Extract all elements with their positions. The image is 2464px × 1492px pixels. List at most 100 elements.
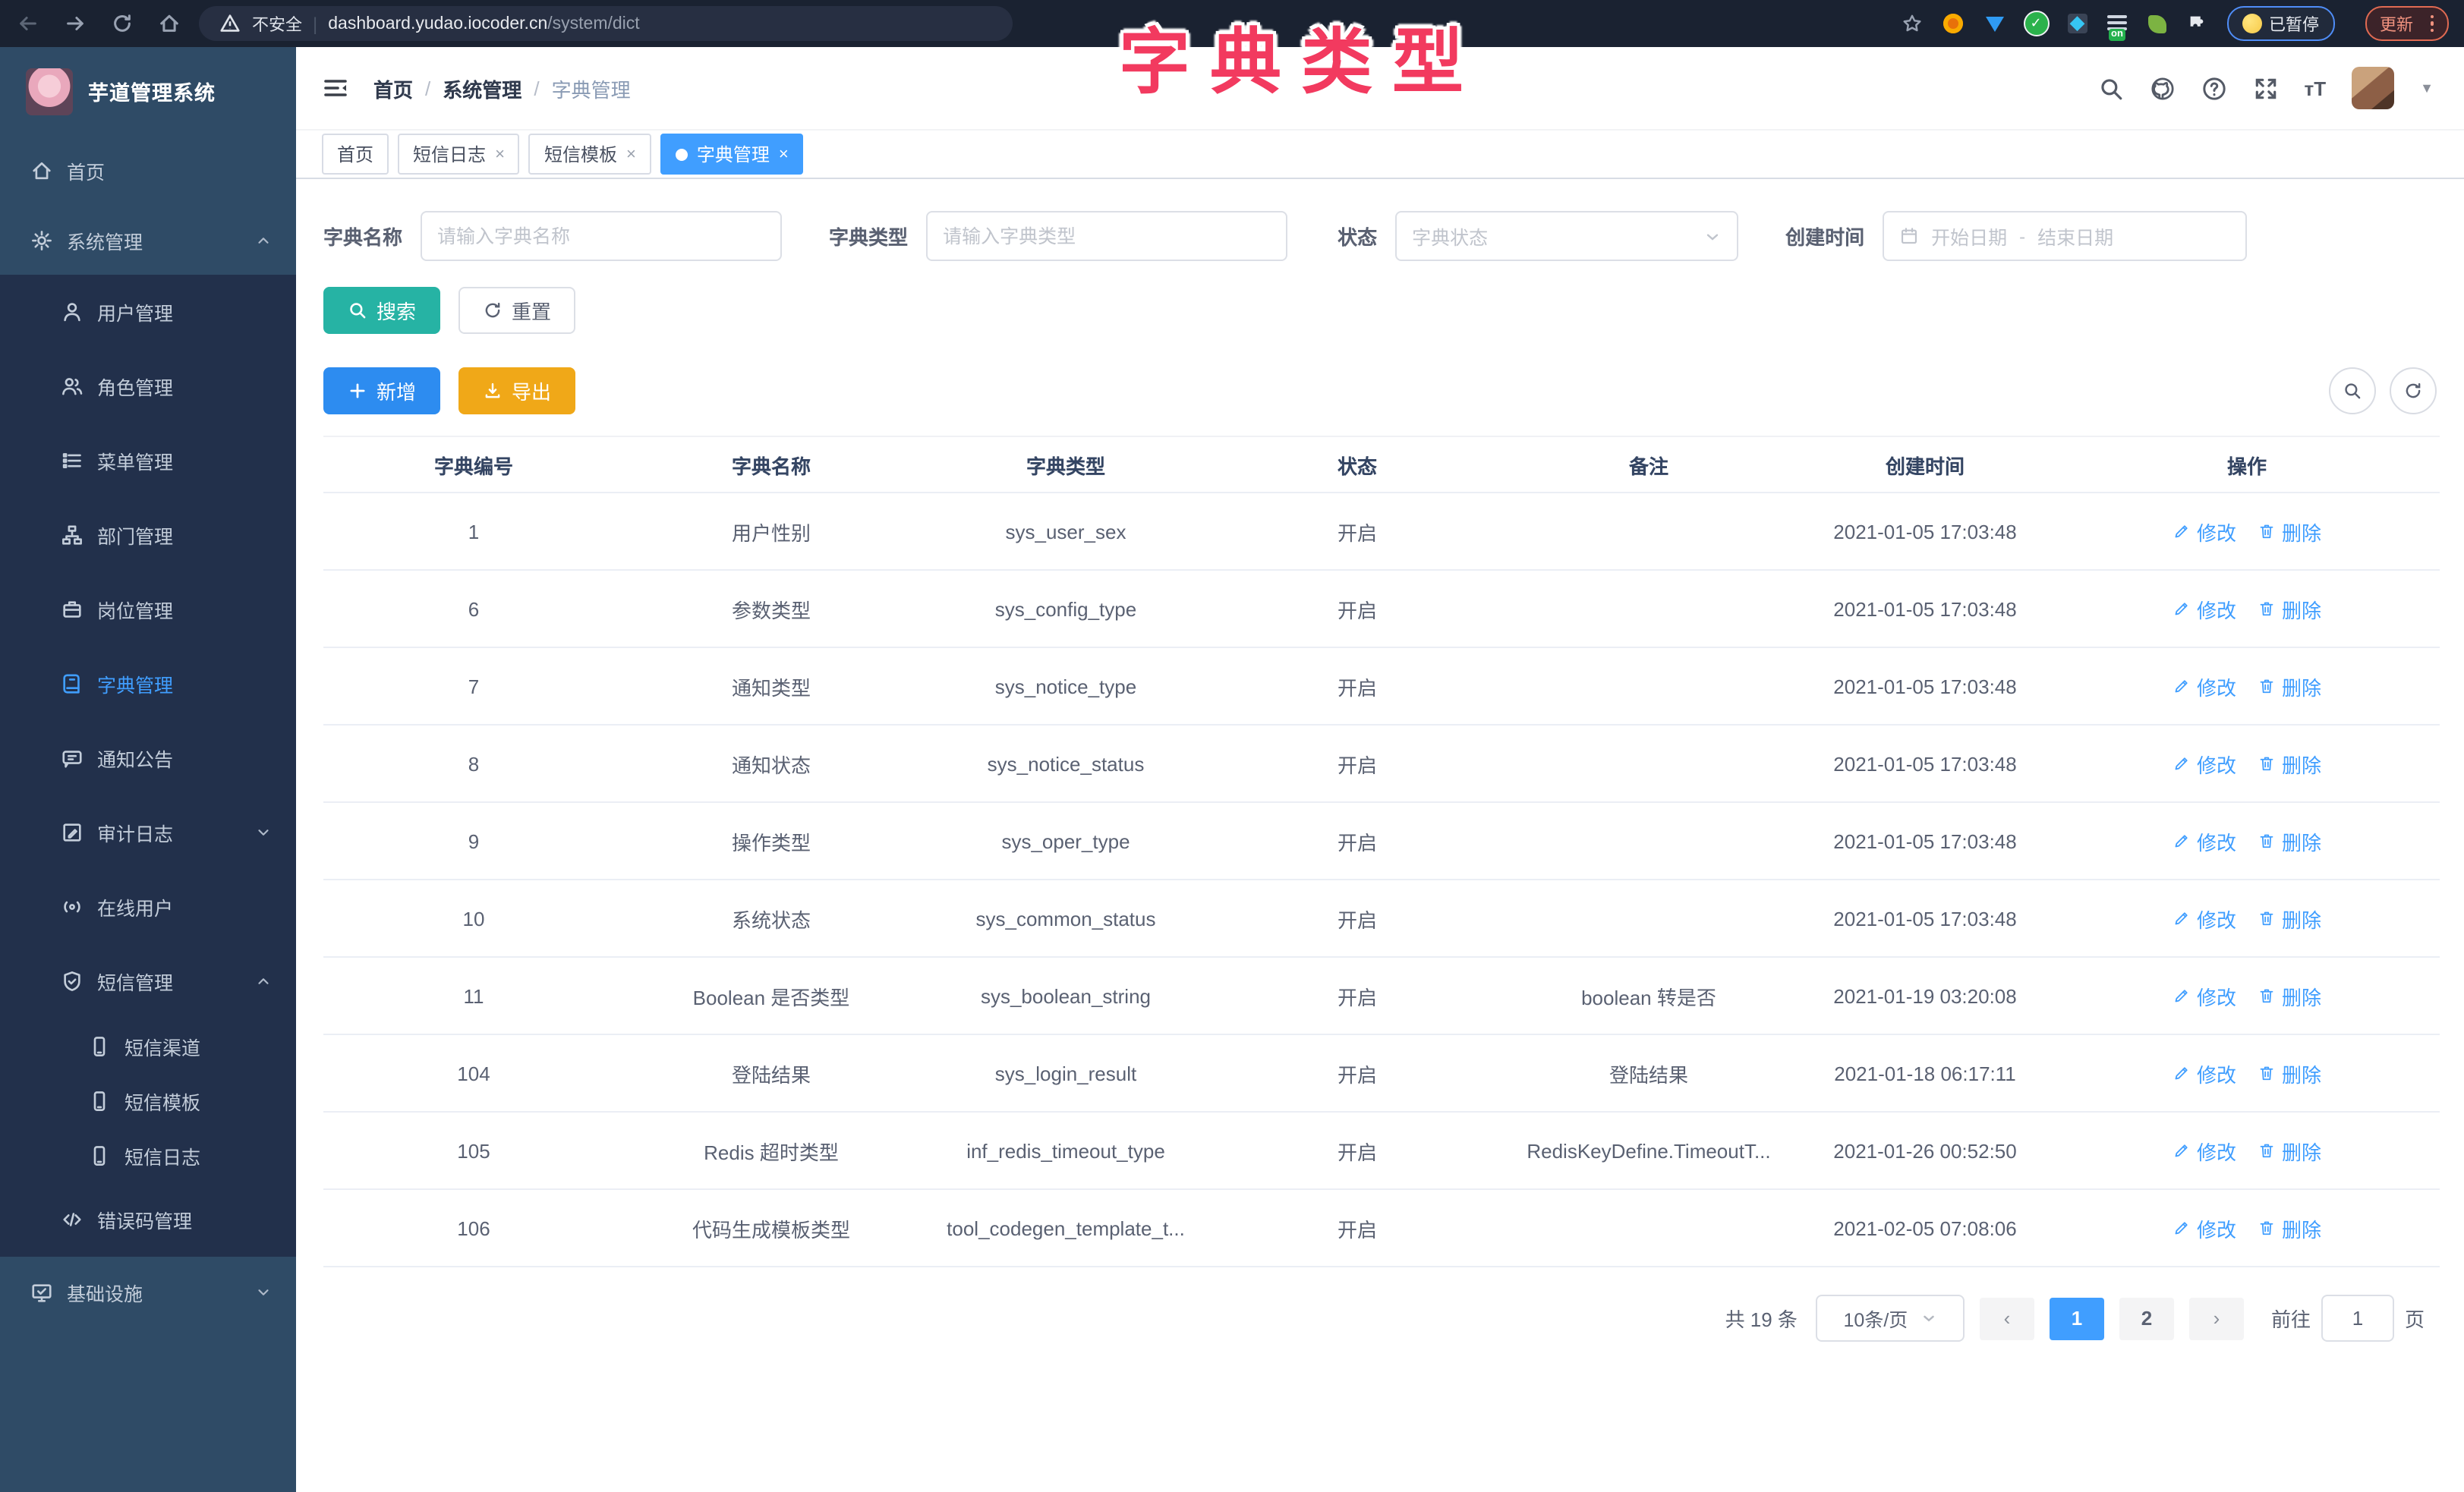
app-logo-row[interactable]: 芋道管理系统 [0,47,296,135]
browser-reload-icon[interactable] [109,11,134,36]
edit-button[interactable]: 修改 [2173,1059,2236,1088]
font-size-icon[interactable]: ᴛT [2305,77,2327,99]
edit-button[interactable]: 修改 [2173,1213,2236,1242]
sidebar-toggle-icon[interactable] [322,74,349,102]
cell-dict-type-link[interactable]: sys_config_type [918,570,1213,647]
delete-button[interactable]: 删除 [2258,904,2321,933]
page-button-1[interactable]: 1 [2050,1297,2104,1339]
sidebar-item-角色管理[interactable]: 角色管理 [0,349,296,423]
sidebar-item-首页[interactable]: 首页 [0,135,296,205]
user-avatar[interactable] [2352,67,2394,109]
tab-字典管理[interactable]: 字典管理× [660,134,804,175]
dict-type-input[interactable] [926,211,1287,261]
delete-button[interactable]: 删除 [2258,749,2321,778]
goto-page-input[interactable] [2321,1295,2394,1342]
tab-close-icon[interactable]: × [626,145,636,163]
avatar-caret-icon[interactable]: ▼ [2420,80,2434,96]
delete-button[interactable]: 删除 [2258,672,2321,700]
sidebar-item-短信管理[interactable]: 短信管理 [0,944,296,1018]
edit-button[interactable]: 修改 [2173,672,2236,700]
sidebar-item-用户管理[interactable]: 用户管理 [0,275,296,349]
delete-button[interactable]: 删除 [2258,1213,2321,1242]
search-button[interactable]: 搜索 [323,287,440,334]
edit-button[interactable]: 修改 [2173,826,2236,855]
profile-paused-chip[interactable]: 已暂停 [2226,6,2334,41]
tab-close-icon[interactable]: × [779,145,789,163]
edit-button[interactable]: 修改 [2173,904,2236,933]
cell-dict-type-link[interactable]: sys_oper_type [918,802,1213,880]
browser-update-button[interactable]: 更新 [2365,6,2449,41]
sidebar-item-通知公告[interactable]: 通知公告 [0,721,296,795]
reset-button[interactable]: 重置 [458,287,575,334]
url-bar[interactable]: 不安全 | dashboard.yudao.iocoder.cn/system/… [199,6,1013,41]
export-button[interactable]: 导出 [458,367,575,414]
edit-button[interactable]: 修改 [2173,981,2236,1010]
edit-button[interactable]: 修改 [2173,594,2236,623]
sidebar-item-错误码管理[interactable]: 错误码管理 [0,1182,296,1257]
sidebar-item-短信渠道[interactable]: 短信渠道 [0,1018,296,1073]
cell-dict-type-link[interactable]: inf_redis_timeout_type [918,1112,1213,1189]
prev-page-button[interactable]: ‹ [1980,1297,2034,1339]
sidebar-item-岗位管理[interactable]: 岗位管理 [0,572,296,647]
security-label[interactable]: 不安全 [252,11,302,36]
page-button-2[interactable]: 2 [2119,1297,2174,1339]
delete-button[interactable]: 删除 [2258,517,2321,546]
tab-首页[interactable]: 首页 [322,134,389,175]
extension-switch-icon[interactable]: on [2106,13,2128,34]
sidebar-item-菜单管理[interactable]: 菜单管理 [0,423,296,498]
sidebar-item-短信模板[interactable]: 短信模板 [0,1073,296,1128]
breadcrumb-item[interactable]: 系统管理 [443,74,521,102]
refresh-table-button[interactable] [2390,367,2437,414]
extension-leaf-icon[interactable] [2144,11,2169,36]
cell-dict-type-link[interactable]: sys_user_sex [918,493,1213,570]
edit-button[interactable]: 修改 [2173,517,2236,546]
delete-button[interactable]: 删除 [2258,594,2321,623]
delete-button[interactable]: 删除 [2258,1136,2321,1165]
delete-button[interactable]: 删除 [2258,1059,2321,1088]
end-date-placeholder[interactable]: 结束日期 [2037,222,2113,250]
cell-dict-type-link[interactable]: sys_common_status [918,880,1213,957]
delete-button[interactable]: 删除 [2258,826,2321,855]
status-select[interactable]: 字典状态 [1395,211,1738,261]
browser-home-icon[interactable] [156,11,181,36]
dict-name-input[interactable] [421,211,782,261]
sidebar-item-部门管理[interactable]: 部门管理 [0,498,296,572]
help-icon[interactable] [2201,75,2227,101]
sidebar-item-审计日志[interactable]: 审计日志 [0,795,296,870]
sidebar-item-字典管理[interactable]: 字典管理 [0,647,296,721]
cell-dict-type-link[interactable]: sys_boolean_string [918,957,1213,1034]
url-text[interactable]: dashboard.yudao.iocoder.cn/system/dict [328,14,639,33]
add-button[interactable]: 新增 [323,367,440,414]
github-icon[interactable] [2150,75,2176,101]
delete-button[interactable]: 删除 [2258,981,2321,1010]
cell-dict-type-link[interactable]: sys_login_result [918,1034,1213,1112]
sidebar-item-在线用户[interactable]: 在线用户 [0,870,296,944]
tab-close-icon[interactable]: × [495,145,505,163]
next-page-button[interactable]: › [2189,1297,2244,1339]
edit-button[interactable]: 修改 [2173,1136,2236,1165]
sidebar-item-短信日志[interactable]: 短信日志 [0,1128,296,1182]
cell-dict-type-link[interactable]: tool_codegen_template_t... [918,1189,1213,1267]
search-icon[interactable] [2098,75,2124,101]
bookmark-star-icon[interactable] [1900,11,1924,36]
cell-dict-type-link[interactable]: sys_notice_type [918,647,1213,725]
extension-green-icon[interactable]: ✓ [2023,11,2049,36]
tab-短信模板[interactable]: 短信模板× [529,134,651,175]
extension-adblock-icon[interactable] [1941,11,1965,36]
date-range-picker[interactable]: 开始日期 - 结束日期 [1883,211,2247,261]
cell-dict-type-link[interactable]: sys_notice_status [918,725,1213,802]
tab-短信日志[interactable]: 短信日志× [398,134,520,175]
sidebar-item-系统管理[interactable]: 系统管理 [0,205,296,275]
breadcrumb-item[interactable]: 首页 [373,74,413,102]
browser-menu-icon[interactable] [2430,15,2434,33]
fullscreen-icon[interactable] [2253,75,2279,101]
browser-forward-icon[interactable] [62,11,87,36]
extension-gem-icon[interactable] [1982,11,2006,36]
extensions-puzzle-icon[interactable] [2185,11,2210,36]
sidebar-item-基础设施[interactable]: 基础设施 [0,1257,296,1327]
extension-diamond-icon[interactable] [2065,11,2090,36]
show-search-toggle-button[interactable] [2329,367,2376,414]
browser-back-icon[interactable] [15,11,39,36]
page-size-select[interactable]: 10条/页 [1816,1295,1965,1342]
start-date-placeholder[interactable]: 开始日期 [1931,222,2007,250]
